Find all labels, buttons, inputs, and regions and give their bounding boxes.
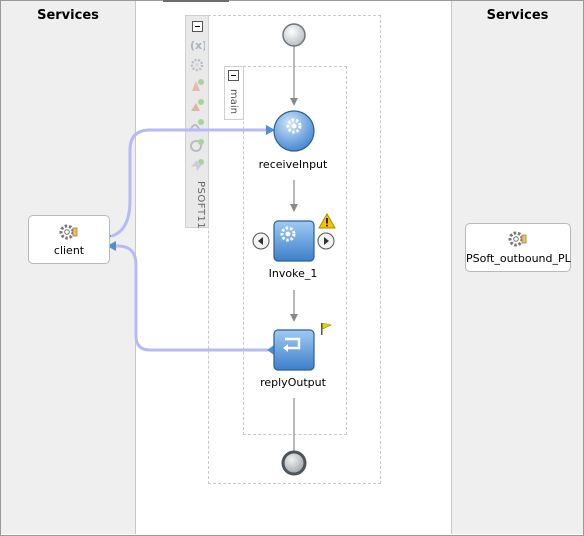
invoke-right-arrow-icon[interactable] <box>317 232 335 250</box>
receive-activity-label: receiveInput <box>258 158 328 171</box>
start-node-icon[interactable] <box>281 22 307 48</box>
psoft-outbound-service[interactable]: PSoft_outbound_PL <box>465 223 571 272</box>
receive-activity-icon[interactable] <box>272 109 316 153</box>
invoke-left-arrow-icon[interactable] <box>252 232 270 250</box>
reply-activity-icon[interactable] <box>273 329 315 371</box>
invoke-activity-label: Invoke_1 <box>268 267 318 280</box>
service-gear-icon <box>508 231 527 247</box>
end-node-icon[interactable] <box>281 450 307 476</box>
client-service-label: client <box>53 244 85 257</box>
warning-icon[interactable] <box>318 213 336 229</box>
client-service[interactable]: client <box>28 215 110 264</box>
reply-activity-label: replyOutput <box>260 376 326 389</box>
service-gear-icon <box>59 224 78 240</box>
invoke-activity-icon[interactable] <box>273 220 315 262</box>
flag-icon[interactable] <box>319 322 333 336</box>
psoft-outbound-service-label: PSoft_outbound_PL <box>466 252 571 265</box>
